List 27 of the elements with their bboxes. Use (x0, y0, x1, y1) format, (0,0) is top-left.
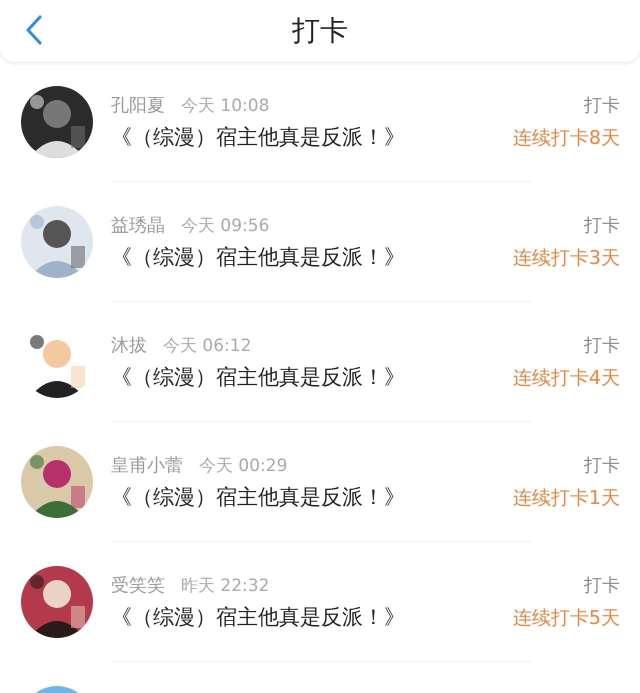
back-icon[interactable] (26, 15, 42, 45)
timestamp: 今天 09:56 (181, 215, 270, 237)
streak-label: 连续打卡5天 (512, 606, 620, 631)
book-title: 《（综漫）宿主他真是反派！》 (111, 364, 406, 391)
user-name: 受笑笑 (111, 574, 165, 597)
user-name: 孔阳夏 (111, 94, 165, 117)
book-title: 《（综漫）宿主他真是反派！》 (111, 484, 406, 511)
book-title: 《（综漫）宿主他真是反派！》 (111, 124, 406, 151)
book-title: 《（综漫）宿主他真是反派！》 (111, 244, 406, 271)
streak-label: 连续打卡3天 (512, 246, 620, 271)
timestamp: 今天 06:12 (163, 335, 252, 357)
timestamp: 昨天 22:32 (181, 575, 270, 597)
user-name: 皇甫小蕾 (111, 454, 183, 477)
action-label: 打卡 (584, 94, 620, 117)
action-label: 打卡 (584, 454, 620, 477)
page-title: 打卡 (292, 13, 348, 49)
timestamp: 今天 10:08 (181, 95, 270, 117)
streak-label: 连续打卡8天 (512, 126, 620, 151)
streak-label: 连续打卡1天 (512, 486, 620, 511)
book-title: 《（综漫）宿主他真是反派！》 (111, 604, 406, 631)
user-name: 益琇晶 (111, 214, 165, 237)
timestamp: 今天 00:29 (199, 455, 288, 477)
streak-label: 连续打卡4天 (512, 366, 620, 391)
action-label: 打卡 (584, 574, 620, 597)
action-label: 打卡 (584, 214, 620, 237)
user-name: 沐拔 (111, 334, 147, 357)
action-label: 打卡 (584, 334, 620, 357)
